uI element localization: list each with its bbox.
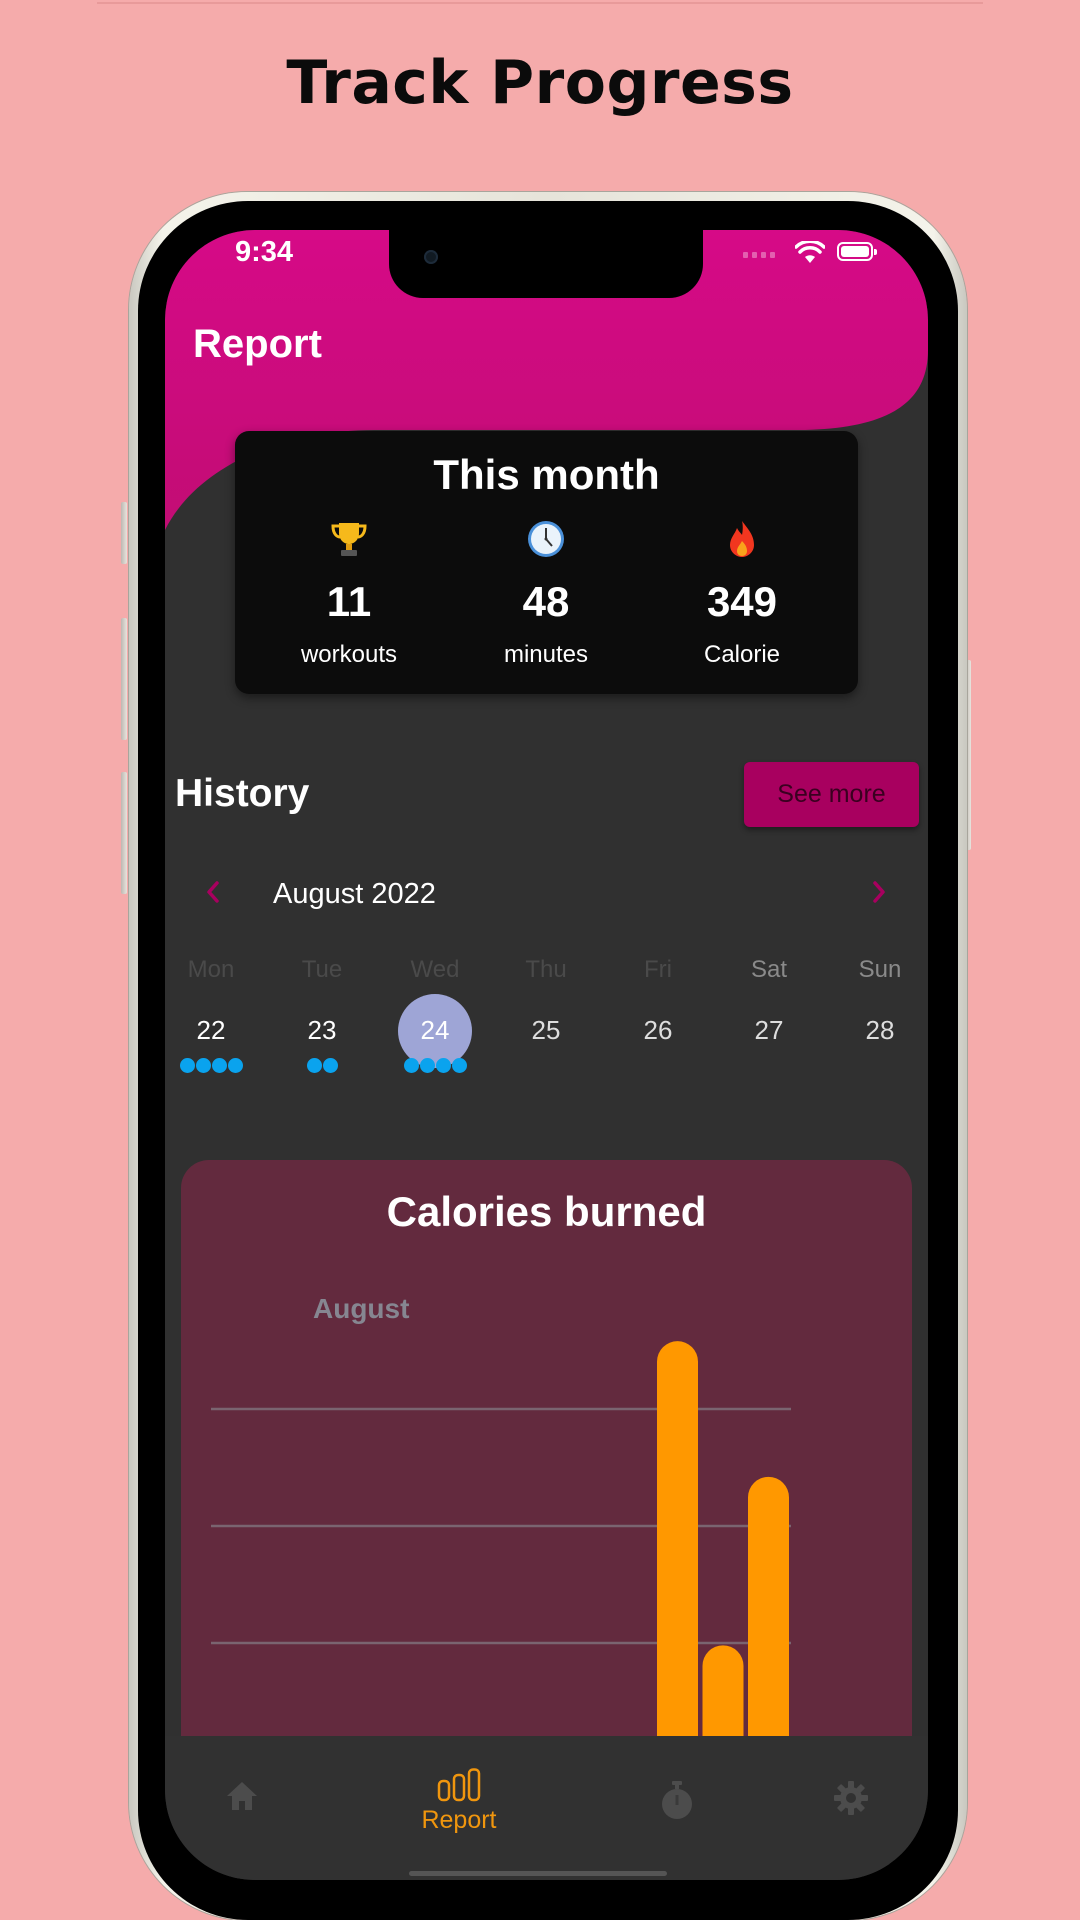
history-title: History [175,772,310,815]
bottom-navigation: Report [165,1736,928,1880]
minutes-value: 48 [522,578,570,625]
calories-chart-card: Calories burned August [181,1160,912,1780]
calendar-date-25[interactable]: 25 [506,1015,586,1046]
workouts-value: 11 [326,578,372,625]
clock-icon [446,519,646,559]
bar-chart-icon [437,1768,481,1802]
cellular-signal-icon [743,252,775,258]
calendar-date-26[interactable]: 26 [618,1015,698,1046]
gear-icon [834,1781,868,1815]
stat-calories: 349 Calorie [642,519,842,669]
header-title: Report [193,322,322,366]
phone-volume-up-button [121,618,127,740]
phone-mute-switch [121,502,127,564]
chart-subtitle: August [313,1293,410,1324]
weekday-sun: Sun [858,956,902,983]
calories-label: Calorie [703,641,781,668]
notch [389,230,703,298]
workout-dots-23 [272,1058,372,1073]
weekday-wed: Wed [410,956,460,983]
calendar-date-23[interactable]: 23 [282,1015,362,1046]
calendar-date-27[interactable]: 27 [729,1015,809,1046]
chart-bar-3 [748,1476,789,1780]
chart-bar-1 [657,1341,698,1780]
wifi-icon [795,241,825,263]
weekday-fri: Fri [644,956,672,983]
nav-label-report: Report [421,1806,497,1834]
chart-title: Calories burned [386,1188,707,1235]
phone-volume-down-button [121,772,127,894]
this-month-title: This month [433,451,660,498]
page-title: Track Progress [286,48,794,118]
see-more-button[interactable]: See more [744,762,919,827]
previous-week-chevron-icon[interactable] [201,876,225,908]
this-month-card: This month 11 workouts 48 minutes 349 Ca… [235,431,858,694]
workout-dots-24 [385,1058,485,1073]
stat-workouts: 11 workouts [249,519,449,669]
nav-item-home[interactable] [187,1736,297,1856]
nav-item-report[interactable]: Report [404,1736,514,1856]
battery-icon [837,242,877,261]
calendar-date-22[interactable]: 22 [171,1015,251,1046]
front-camera [424,250,438,264]
calories-value: 349 [706,578,778,625]
fire-icon [642,519,842,559]
status-time: 9:34 [235,236,294,268]
weekday-thu: Thu [525,956,567,983]
weekday-sat: Sat [750,956,788,983]
workout-dots-22 [165,1058,261,1073]
minutes-label: minutes [503,641,589,668]
calendar-date-24-selected[interactable]: 24 [395,1015,475,1046]
divider [97,2,983,4]
weekday-tue: Tue [301,956,343,983]
home-indicator [409,1871,667,1876]
next-week-chevron-icon[interactable] [867,876,891,908]
weekday-mon: Mon [187,956,235,983]
nav-item-settings[interactable] [796,1736,906,1856]
workouts-label: workouts [300,641,398,668]
trophy-icon [249,519,449,559]
calories-bar-chart [211,1341,791,1780]
stopwatch-icon [662,1781,692,1819]
stat-minutes: 48 minutes [446,519,646,669]
home-icon [227,1782,257,1810]
nav-item-timer[interactable] [622,1736,732,1856]
calendar-date-28[interactable]: 28 [840,1015,920,1046]
app-screen: 9:34 Report This month 11 workouts 48 mi… [165,230,928,1880]
calendar-month-label: August 2022 [273,878,436,910]
